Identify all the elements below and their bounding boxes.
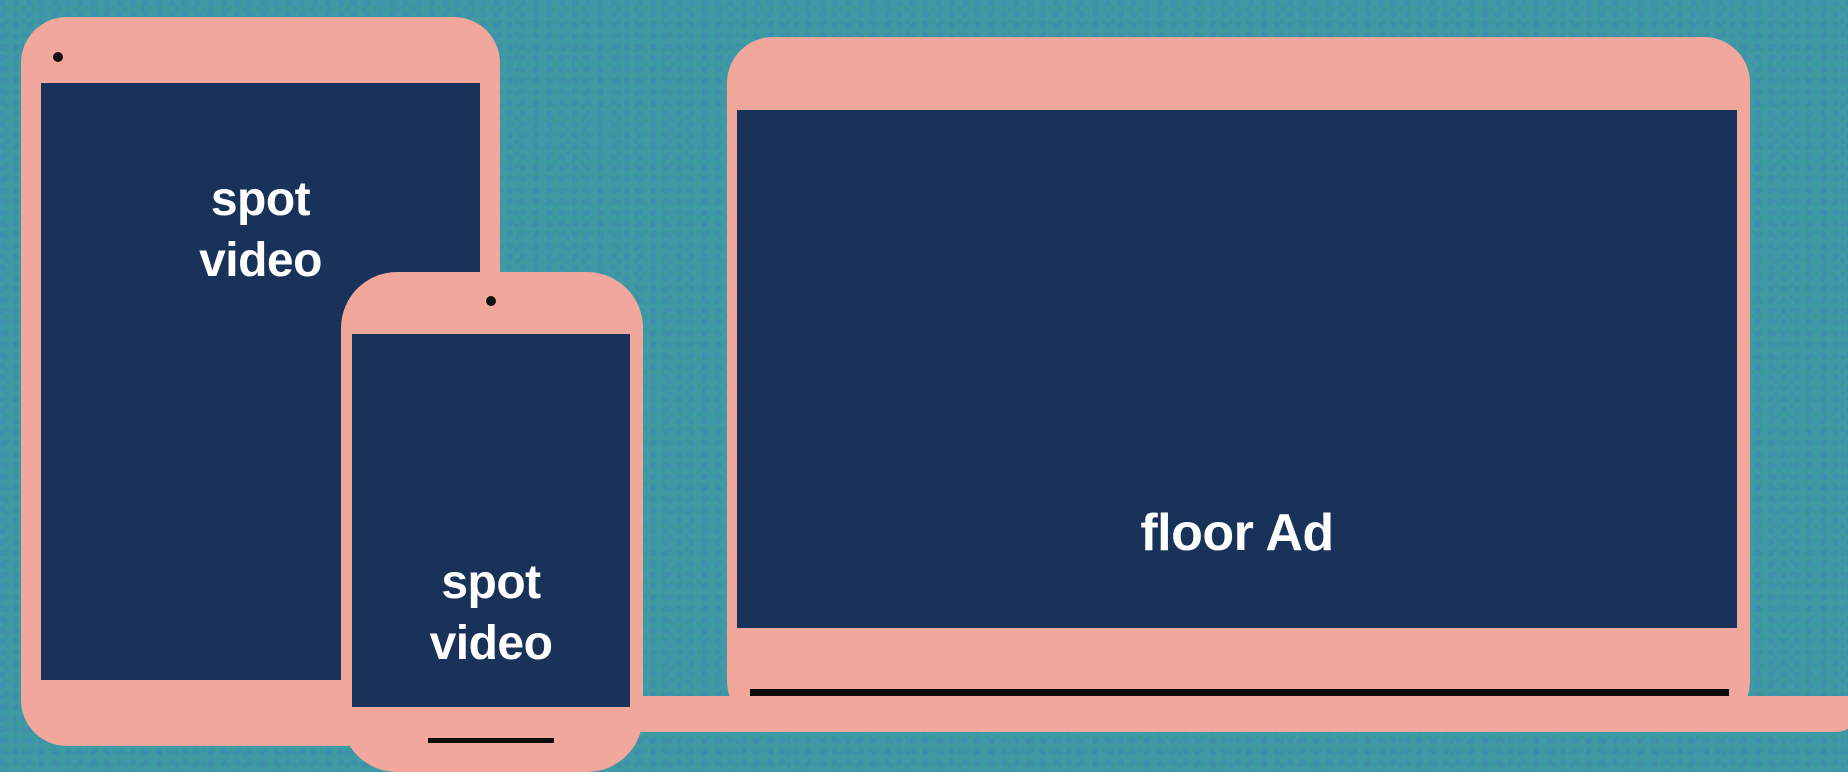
phone-camera-dot xyxy=(486,296,496,306)
laptop-screen: floor Ad xyxy=(737,110,1737,628)
phone-device: spot video xyxy=(341,272,643,772)
device-mockup-scene: spot video floor Ad spot video xyxy=(0,0,1848,772)
tablet-label-line1: spot xyxy=(210,173,311,226)
laptop-device: floor Ad xyxy=(727,37,1750,727)
phone-screen-label: spot video xyxy=(352,552,630,675)
phone-home-indicator xyxy=(428,738,554,743)
laptop-hinge-line xyxy=(750,689,1729,696)
phone-screen: spot video xyxy=(352,334,630,707)
tablet-camera-dot xyxy=(53,52,63,62)
laptop-screen-label: floor Ad xyxy=(1140,504,1334,562)
phone-label-line2: video xyxy=(429,617,553,671)
phone-label-line1: spot xyxy=(441,556,541,609)
